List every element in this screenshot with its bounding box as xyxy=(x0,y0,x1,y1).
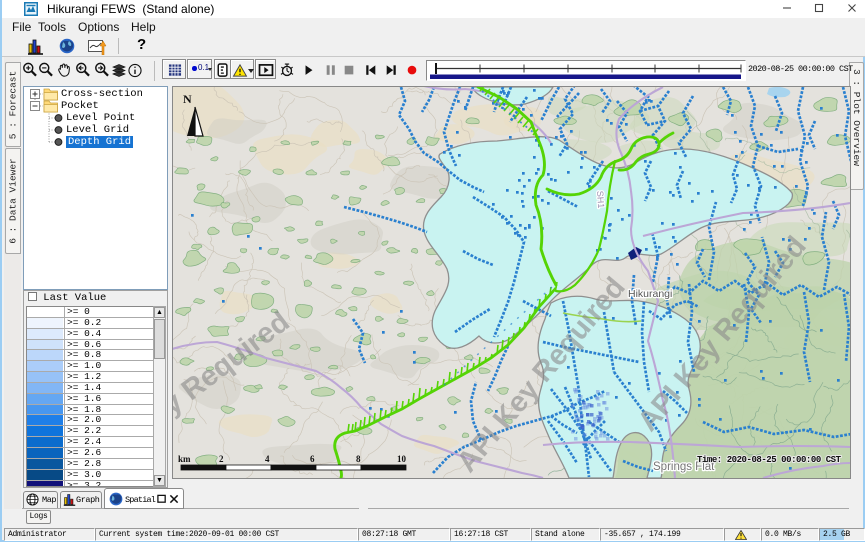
svg-text:Hikurangi: Hikurangi xyxy=(628,288,672,300)
svg-text:10: 10 xyxy=(397,454,407,464)
svg-text:N: N xyxy=(183,92,192,106)
svg-text:SH1: SH1 xyxy=(595,190,606,208)
svg-text:km: km xyxy=(178,454,191,464)
svg-text:6: 6 xyxy=(310,454,315,464)
svg-text:4: 4 xyxy=(265,454,270,464)
svg-text:Time: 2020-08-25 00:00:00 CST: Time: 2020-08-25 00:00:00 CST xyxy=(697,455,842,465)
svg-text:8: 8 xyxy=(356,454,361,464)
svg-text:2: 2 xyxy=(219,454,224,464)
